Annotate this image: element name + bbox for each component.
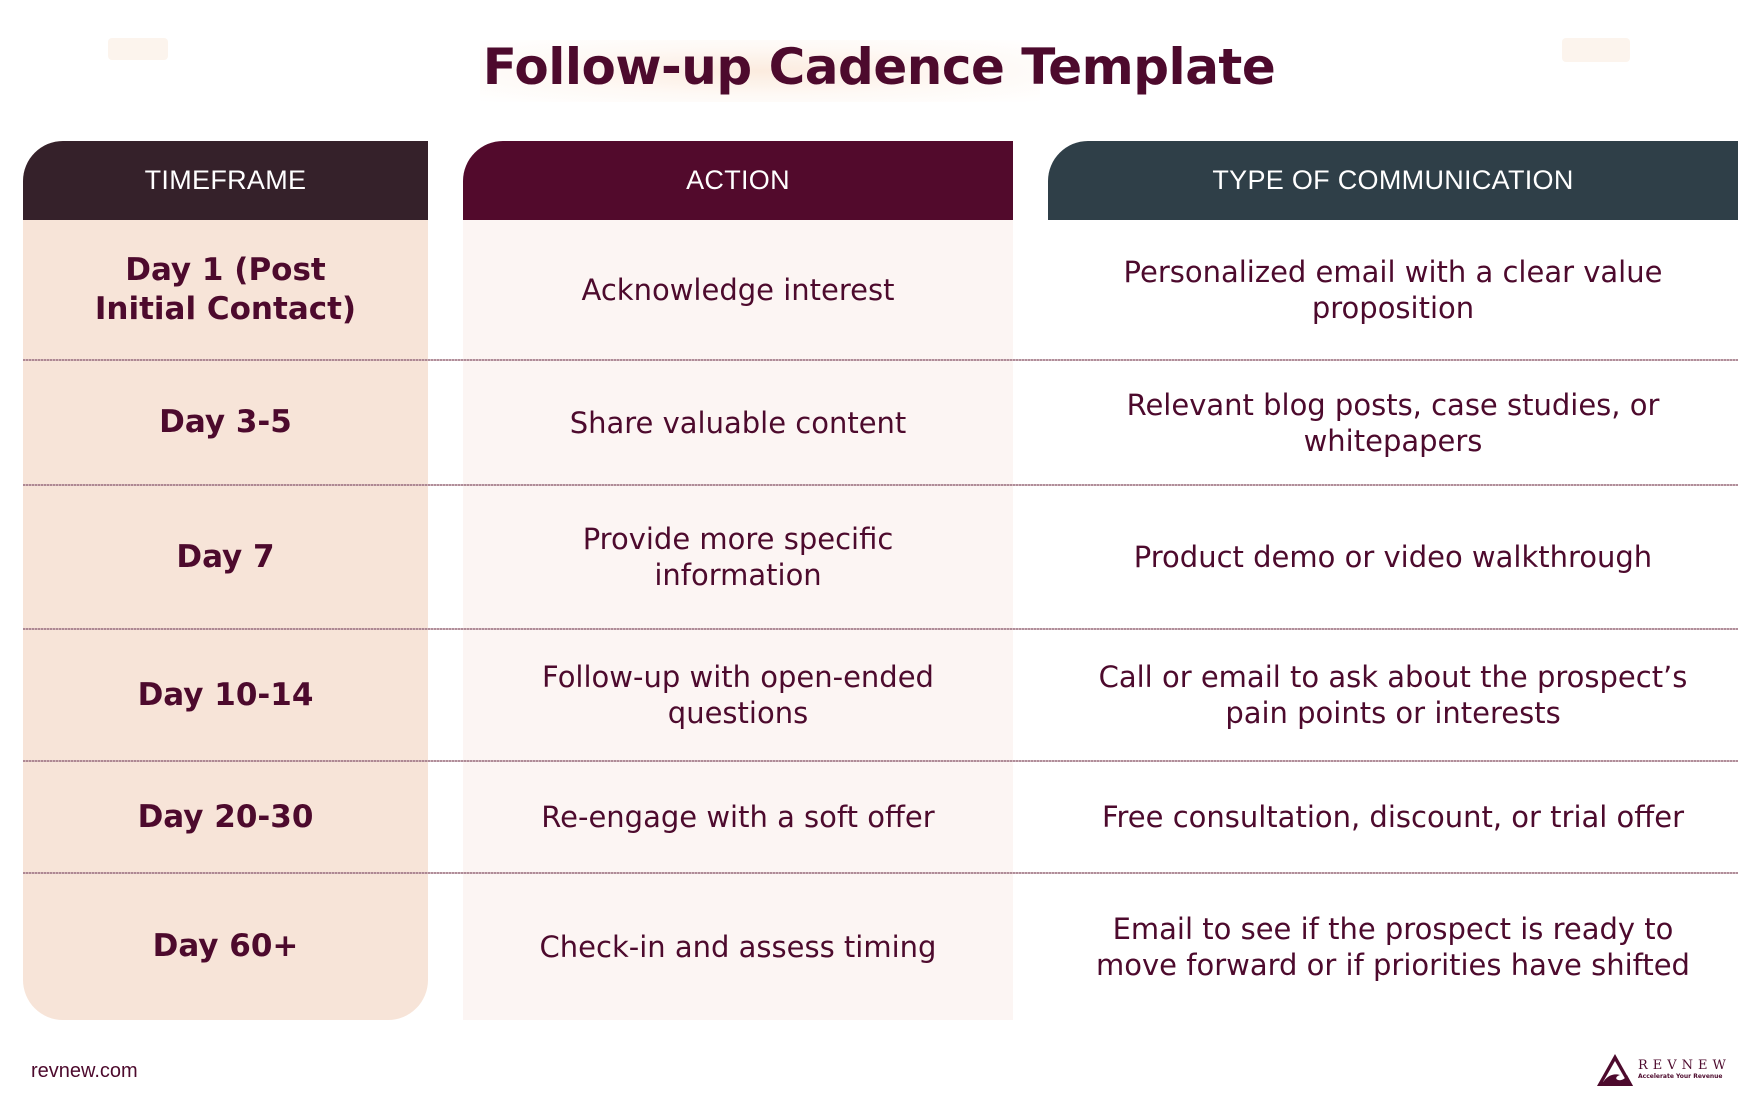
page-title: Follow-up Cadence Template (482, 38, 1276, 96)
timeframe-cell: Day 1 (Post Initial Contact) (94, 252, 357, 327)
action-cell: Share valuable content (569, 405, 907, 440)
timeframe-cell: Day 60+ (152, 928, 299, 964)
communication-cell: Product demo or video walkthrough (1133, 540, 1653, 574)
communication-header: TYPE OF COMMUNICATION (1048, 141, 1738, 220)
action-column: ACTION Acknowledge interest Share valuab… (463, 141, 1013, 1020)
communication-cell: Email to see if the prospect is ready to… (1096, 911, 1690, 982)
revnew-logo: REVNEW Accelerate Your Revenue (1596, 1053, 1731, 1087)
action-cell: Re-engage with a soft offer (541, 800, 935, 834)
action-cell: Provide more specific information (582, 522, 894, 592)
logo-name: REVNEW (1638, 1058, 1731, 1073)
communication-cell: Personalized email with a clear value pr… (1123, 255, 1663, 325)
row-divider (23, 760, 1738, 762)
communication-cell: Free consultation, discount, or trial of… (1101, 800, 1685, 834)
communication-cell: Relevant blog posts, case studies, or wh… (1126, 387, 1660, 458)
logo-tagline: Accelerate Your Revenue (1638, 1073, 1723, 1080)
action-cell: Check-in and assess timing (539, 929, 937, 964)
communication-cell: Call or email to ask about the prospect’… (1098, 660, 1688, 730)
action-cell: Follow-up with open-ended questions (542, 660, 934, 730)
action-header: ACTION (463, 141, 1013, 220)
communication-column: TYPE OF COMMUNICATION Personalized email… (1048, 141, 1738, 1020)
action-cell: Acknowledge interest (581, 273, 895, 307)
timeframe-header: TIMEFRAME (23, 141, 428, 220)
timeframe-cell: Day 10-14 (137, 676, 314, 713)
row-divider (23, 359, 1738, 361)
row-divider (23, 628, 1738, 630)
row-divider (23, 484, 1738, 486)
row-divider (23, 872, 1738, 874)
timeframe-column: TIMEFRAME Day 1 (Post Initial Contact) D… (23, 141, 428, 1020)
timeframe-cell: Day 3-5 (159, 404, 292, 440)
timeframe-cell: Day 7 (176, 538, 275, 575)
footer-url[interactable]: revnew.com (31, 1060, 138, 1083)
mountain-wave-triangle-icon (1597, 1054, 1633, 1086)
timeframe-cell: Day 20-30 (137, 798, 314, 835)
